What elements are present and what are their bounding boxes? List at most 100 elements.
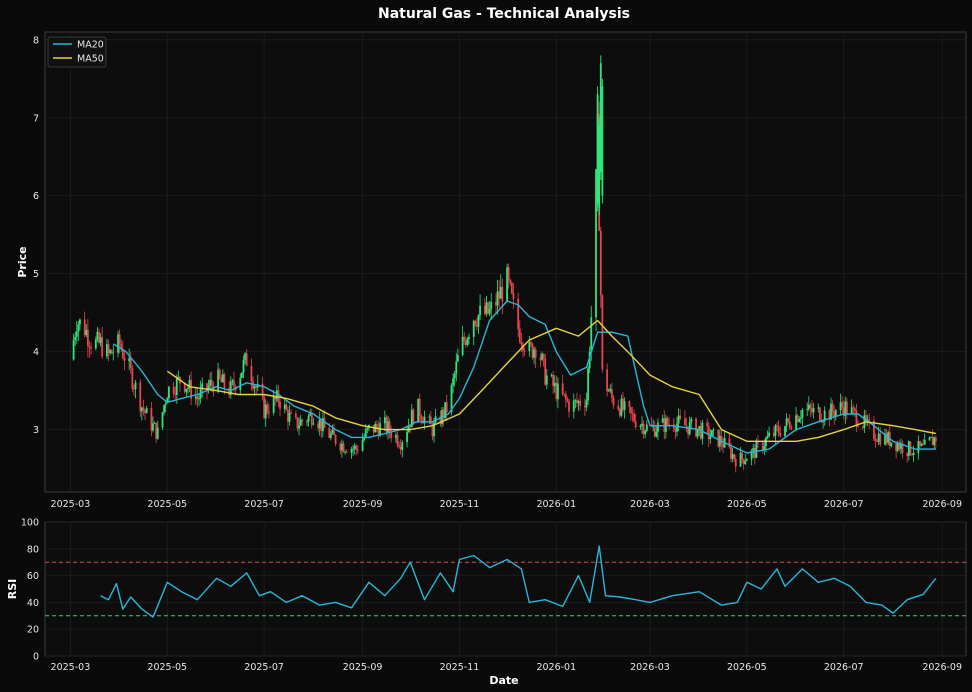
candle-body [784, 426, 786, 436]
candle-body [250, 365, 253, 382]
candle-body [110, 350, 113, 354]
candle-body [861, 426, 864, 428]
candle-body [476, 324, 478, 327]
candle-body [79, 319, 81, 325]
candle-body [777, 426, 780, 433]
candle-body [163, 405, 165, 413]
candle-body [618, 409, 621, 416]
rsi-x-tick-label: 2026-07 [824, 662, 864, 673]
candle-body [118, 334, 121, 344]
candle-body [623, 401, 626, 410]
candle-body [812, 408, 815, 413]
candle-body [318, 419, 321, 429]
candle-body [106, 344, 108, 357]
candle-body [456, 355, 459, 362]
candle-body [653, 426, 656, 437]
candle-body [453, 373, 456, 379]
candle-body [641, 423, 643, 426]
candle-body [566, 399, 569, 402]
candle-body [579, 401, 582, 406]
candle-body [74, 336, 77, 341]
candle-body [461, 336, 464, 356]
candle-body [745, 459, 748, 461]
candle-body [474, 320, 477, 325]
candle-body [576, 400, 578, 404]
candle-body [685, 425, 688, 427]
candle-body [75, 331, 78, 337]
candle-body [796, 415, 799, 422]
candle-body [317, 423, 320, 429]
candle-body [218, 369, 221, 378]
candle-body [801, 409, 804, 418]
price-y-tick-label: 3 [33, 425, 39, 436]
candle-body [398, 445, 401, 447]
legend-label-ma20: MA20 [77, 40, 104, 51]
candle-body [399, 446, 402, 450]
candle-body [534, 349, 537, 358]
candle-body [174, 393, 177, 395]
price-x-tick-label: 2026-07 [824, 499, 864, 510]
candle-body [684, 418, 686, 426]
candle-body [574, 400, 577, 401]
candle-body [811, 408, 813, 413]
candle-body [517, 298, 520, 330]
candle-body [809, 404, 812, 409]
candle-body [720, 435, 723, 444]
candle-body [198, 398, 200, 400]
candle-body [785, 418, 788, 427]
candle-body [761, 442, 764, 450]
rsi-x-tick-label: 2026-05 [727, 662, 767, 673]
price-x-tick-label: 2025-03 [51, 499, 91, 510]
chart-title: Natural Gas - Technical Analysis [378, 6, 630, 22]
candle-body [333, 429, 335, 436]
candle-body [266, 404, 269, 412]
candle-body [544, 358, 547, 385]
candle-body [598, 125, 601, 208]
candle-body [779, 432, 782, 436]
candle-body [587, 368, 589, 401]
candle-body [712, 429, 715, 431]
candle-body [217, 369, 219, 392]
candle-body [599, 230, 602, 296]
price-x-tick-label: 2026-03 [630, 499, 670, 510]
candle-body [907, 441, 910, 456]
candle-body [634, 421, 637, 428]
candle-body [129, 358, 132, 368]
candle-body [406, 432, 408, 443]
candle-body [755, 441, 758, 458]
candle-body [539, 357, 542, 360]
candle-body [630, 407, 632, 413]
rsi-x-tick-label: 2026-09 [922, 662, 962, 673]
rsi-plot-area [44, 521, 967, 657]
rsi-y-tick-label: 80 [27, 544, 39, 555]
candle-body [628, 401, 631, 408]
candle-body [553, 382, 556, 386]
candle-body [264, 404, 267, 419]
rsi-axis-label: RSI [6, 579, 19, 600]
candle-body [507, 267, 510, 280]
candle-body [676, 423, 678, 432]
candle-body [620, 398, 623, 416]
candle-body [541, 353, 543, 360]
rsi-x-tick-label: 2025-11 [440, 662, 480, 673]
candle-body [223, 374, 226, 388]
candle-body [445, 402, 448, 413]
candle-body [252, 381, 254, 389]
candle-body [510, 282, 513, 294]
candle-body [819, 407, 821, 422]
candle-body [472, 320, 475, 337]
candle-body [568, 401, 570, 412]
legend-label-ma50: MA50 [77, 54, 104, 65]
candle-body [518, 329, 521, 342]
candle-body [931, 437, 934, 446]
rsi-x-tick-label: 2026-01 [536, 662, 576, 673]
candle-body [99, 337, 102, 343]
candle-body [545, 375, 548, 385]
candle-body [839, 402, 842, 411]
candle-body [477, 315, 480, 327]
candle-body [253, 386, 256, 389]
candle-body [596, 94, 599, 204]
candle-body [98, 331, 100, 343]
candle-body [72, 340, 75, 360]
candle-body [928, 437, 931, 440]
